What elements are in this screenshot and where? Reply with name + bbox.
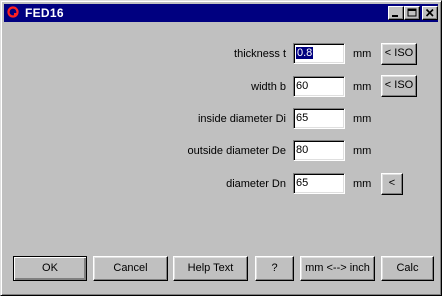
thickness-iso-button[interactable]: < ISO (381, 43, 417, 65)
ok-label: OK (42, 262, 58, 274)
fed16-dialog-window: FED16 thickness t 0.8 mm < ISO width b 6… (0, 0, 442, 296)
width-unit: mm (353, 81, 372, 93)
cancel-button[interactable]: Cancel (93, 256, 168, 281)
minimize-icon (392, 15, 398, 17)
thickness-label: thickness t (234, 48, 286, 60)
inside-diameter-unit: mm (353, 113, 372, 125)
inside-diameter-label: inside diameter Di (197, 113, 286, 125)
mm-inch-toggle-button[interactable]: mm <--> inch (300, 256, 375, 281)
title-bar[interactable]: FED16 (4, 4, 438, 22)
outside-diameter-label: outside diameter De (187, 145, 286, 157)
inside-diameter-value: 65 (296, 112, 309, 124)
maximize-icon (407, 8, 417, 17)
outside-diameter-value: 80 (296, 144, 309, 156)
close-icon (425, 8, 434, 17)
width-label: width b (251, 81, 286, 93)
question-button[interactable]: ? (255, 256, 294, 281)
diameter-dn-label: diameter Dn (226, 178, 286, 190)
width-input[interactable]: 60 (293, 76, 345, 97)
calc-label: Calc (396, 262, 419, 274)
ok-button[interactable]: OK (13, 256, 87, 281)
width-value: 60 (296, 80, 309, 92)
outside-diameter-unit: mm (353, 145, 372, 157)
help-text-label: Help Text (187, 262, 234, 274)
cancel-label: Cancel (113, 262, 148, 274)
diameter-dn-value: 65 (296, 177, 309, 189)
thickness-value: 0.8 (296, 47, 314, 59)
diameter-dn-unit: mm (353, 178, 372, 190)
question-label: ? (271, 262, 278, 274)
calc-button[interactable]: Calc (381, 256, 434, 281)
thickness-unit: mm (353, 48, 372, 60)
window-title: FED16 (25, 6, 64, 20)
mm-inch-label: mm <--> inch (305, 262, 370, 274)
diameter-dn-input[interactable]: 65 (293, 173, 345, 194)
thickness-input[interactable]: 0.8 (293, 43, 345, 64)
maximize-button[interactable] (404, 6, 420, 20)
minimize-button[interactable] (388, 6, 404, 20)
outside-diameter-input[interactable]: 80 (293, 140, 345, 161)
inside-diameter-input[interactable]: 65 (293, 108, 345, 129)
width-iso-button[interactable]: < ISO (381, 75, 417, 97)
diameter-dn-copy-button[interactable]: < (381, 173, 403, 195)
close-button[interactable] (422, 6, 438, 20)
spring-app-icon (7, 6, 19, 18)
help-text-button[interactable]: Help Text (173, 256, 248, 281)
